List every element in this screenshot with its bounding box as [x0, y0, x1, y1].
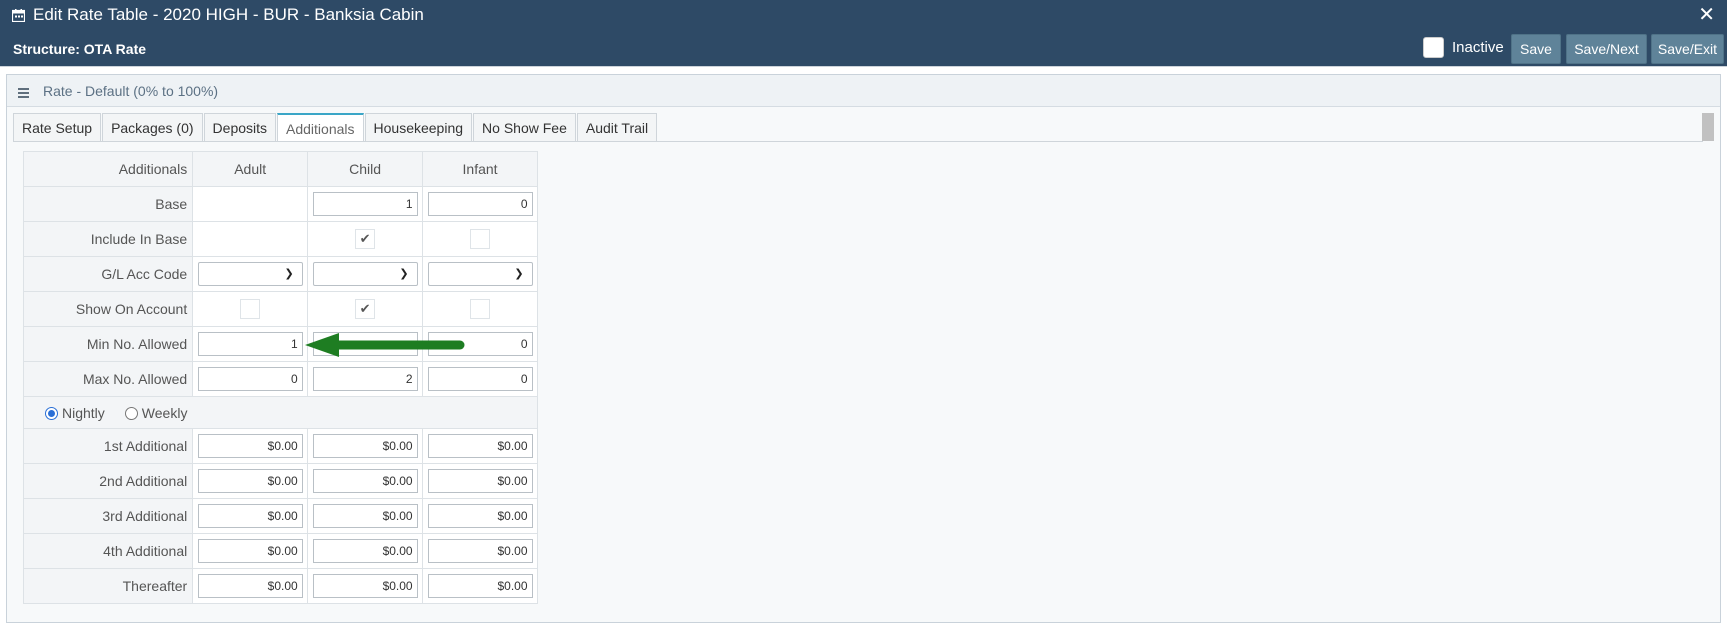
- gl-label: G/L Acc Code: [22, 256, 194, 292]
- additional-child-input[interactable]: $0.00: [312, 469, 418, 493]
- calendar-icon: [12, 8, 25, 22]
- tab-additionals[interactable]: Additionals: [277, 113, 364, 142]
- additional-label: 2nd Additional: [22, 463, 194, 499]
- additional-adult-input[interactable]: $0.00: [197, 469, 303, 493]
- additional-row-1: 1st Additional $0.00 $0.00 $0.00: [22, 428, 538, 464]
- nightly-label: Nightly: [62, 404, 105, 421]
- chevron-down-icon: ❯: [514, 268, 524, 280]
- min-label: Min No. Allowed: [22, 326, 194, 362]
- save-button[interactable]: Save: [1511, 34, 1561, 64]
- inactive-checkbox[interactable]: [1423, 37, 1444, 58]
- close-icon[interactable]: ✕: [1698, 3, 1715, 27]
- additional-infant-input[interactable]: $0.00: [427, 434, 533, 458]
- window-title: Edit Rate Table - 2020 HIGH - BUR - Bank…: [12, 5, 424, 25]
- additional-row-4: 4th Additional $0.00 $0.00 $0.00: [22, 533, 538, 569]
- check-icon: ✔: [359, 231, 371, 246]
- additional-label: 1st Additional: [22, 428, 194, 464]
- additional-adult-input[interactable]: $0.00: [197, 504, 303, 528]
- chevron-down-icon: ❯: [399, 268, 409, 280]
- max-infant-input[interactable]: 0: [427, 367, 533, 391]
- header-row: Additionals Adult Child Infant: [22, 151, 538, 187]
- gl-adult-select[interactable]: ❯: [197, 262, 303, 286]
- base-row: Base 1 0: [22, 186, 538, 222]
- max-label: Max No. Allowed: [22, 361, 194, 397]
- weekly-option[interactable]: Weekly: [124, 404, 188, 421]
- additional-row-2: 2nd Additional $0.00 $0.00 $0.00: [22, 463, 538, 499]
- additional-row-thereafter: Thereafter $0.00 $0.00 $0.00: [22, 568, 538, 604]
- include-infant-checkbox[interactable]: [470, 229, 491, 249]
- tab-packages[interactable]: Packages (0): [102, 113, 203, 141]
- additional-adult-input[interactable]: $0.00: [197, 574, 303, 598]
- menu-icon[interactable]: [18, 88, 29, 100]
- save-exit-button[interactable]: Save/Exit: [1651, 34, 1724, 64]
- additional-child-input[interactable]: $0.00: [312, 574, 418, 598]
- include-label: Include In Base: [22, 221, 194, 257]
- additional-infant-input[interactable]: $0.00: [427, 469, 533, 493]
- additional-label: Thereafter: [22, 568, 194, 604]
- title-text: Edit Rate Table - 2020 HIGH - BUR - Bank…: [33, 5, 424, 24]
- inactive-toggle[interactable]: Inactive: [1423, 37, 1504, 58]
- additional-label: 3rd Additional: [22, 498, 194, 534]
- nightly-option[interactable]: Nightly: [45, 405, 105, 421]
- tab-rate-setup[interactable]: Rate Setup: [13, 113, 102, 141]
- base-adult-empty: [192, 186, 309, 222]
- tab-audit-trail[interactable]: Audit Trail: [576, 113, 658, 141]
- include-row: Include In Base ✔: [22, 221, 538, 257]
- show-adult-checkbox[interactable]: [240, 299, 261, 319]
- max-row: Max No. Allowed 0 2 0: [22, 361, 538, 397]
- green-arrow-annotation: [305, 333, 465, 357]
- period-row: Nightly Weekly: [23, 396, 538, 429]
- chevron-down-icon: ❯: [284, 268, 294, 280]
- include-adult-empty: [192, 221, 309, 257]
- panel-title: Rate - Default (0% to 100%): [43, 83, 219, 99]
- save-next-button[interactable]: Save/Next: [1566, 34, 1647, 64]
- max-child-input[interactable]: 2: [312, 367, 418, 391]
- weekly-label: Weekly: [141, 404, 188, 421]
- col-header-infant: Infant: [422, 151, 538, 187]
- additional-infant-input[interactable]: $0.00: [427, 574, 533, 598]
- tab-housekeeping[interactable]: Housekeeping: [364, 113, 473, 141]
- include-child-checkbox[interactable]: ✔: [355, 229, 376, 249]
- tab-no-show-fee[interactable]: No Show Fee: [473, 113, 576, 141]
- weekly-radio[interactable]: [124, 407, 138, 421]
- tab-deposits[interactable]: Deposits: [203, 113, 277, 141]
- scrollbar[interactable]: [1702, 113, 1714, 141]
- max-adult-input[interactable]: 0: [197, 367, 303, 391]
- gl-row: G/L Acc Code ❯ ❯ ❯: [22, 256, 538, 292]
- additionals-grid: Additionals Adult Child Infant Base 1 0 …: [22, 151, 538, 604]
- additional-adult-input[interactable]: $0.00: [197, 539, 303, 563]
- col-header-child: Child: [307, 151, 424, 187]
- inactive-label: Inactive: [1452, 39, 1504, 56]
- check-icon: ✔: [359, 301, 371, 316]
- min-adult-input[interactable]: 1: [197, 332, 303, 356]
- additional-row-3: 3rd Additional $0.00 $0.00 $0.00: [22, 498, 538, 534]
- additional-child-input[interactable]: $0.00: [312, 504, 418, 528]
- base-child-input[interactable]: 1: [312, 192, 418, 216]
- show-label: Show On Account: [22, 291, 194, 327]
- gl-child-select[interactable]: ❯: [312, 262, 418, 286]
- show-child-checkbox[interactable]: ✔: [355, 299, 376, 319]
- panel-header[interactable]: Rate - Default (0% to 100%): [7, 75, 1720, 107]
- col-header-adult: Adult: [192, 151, 309, 187]
- additional-child-input[interactable]: $0.00: [312, 539, 418, 563]
- show-infant-checkbox[interactable]: [470, 299, 491, 319]
- show-row: Show On Account ✔: [22, 291, 538, 327]
- additional-infant-input[interactable]: $0.00: [427, 539, 533, 563]
- additional-label: 4th Additional: [22, 533, 194, 569]
- tab-divider: [13, 141, 1703, 142]
- col-header-additionals: Additionals: [22, 151, 194, 187]
- base-label: Base: [22, 186, 194, 222]
- base-infant-input[interactable]: 0: [427, 192, 533, 216]
- gl-infant-select[interactable]: ❯: [427, 262, 533, 286]
- period-radio-group: Nightly Weekly: [24, 405, 537, 421]
- tab-bar: Rate Setup Packages (0) Deposits Additio…: [13, 113, 658, 142]
- nightly-radio[interactable]: [45, 407, 58, 421]
- additional-infant-input[interactable]: $0.00: [427, 504, 533, 528]
- structure-label: Structure: OTA Rate: [13, 41, 147, 57]
- window-header: Edit Rate Table - 2020 HIGH - BUR - Bank…: [0, 0, 1727, 67]
- additional-adult-input[interactable]: $0.00: [197, 434, 303, 458]
- additional-child-input[interactable]: $0.00: [312, 434, 418, 458]
